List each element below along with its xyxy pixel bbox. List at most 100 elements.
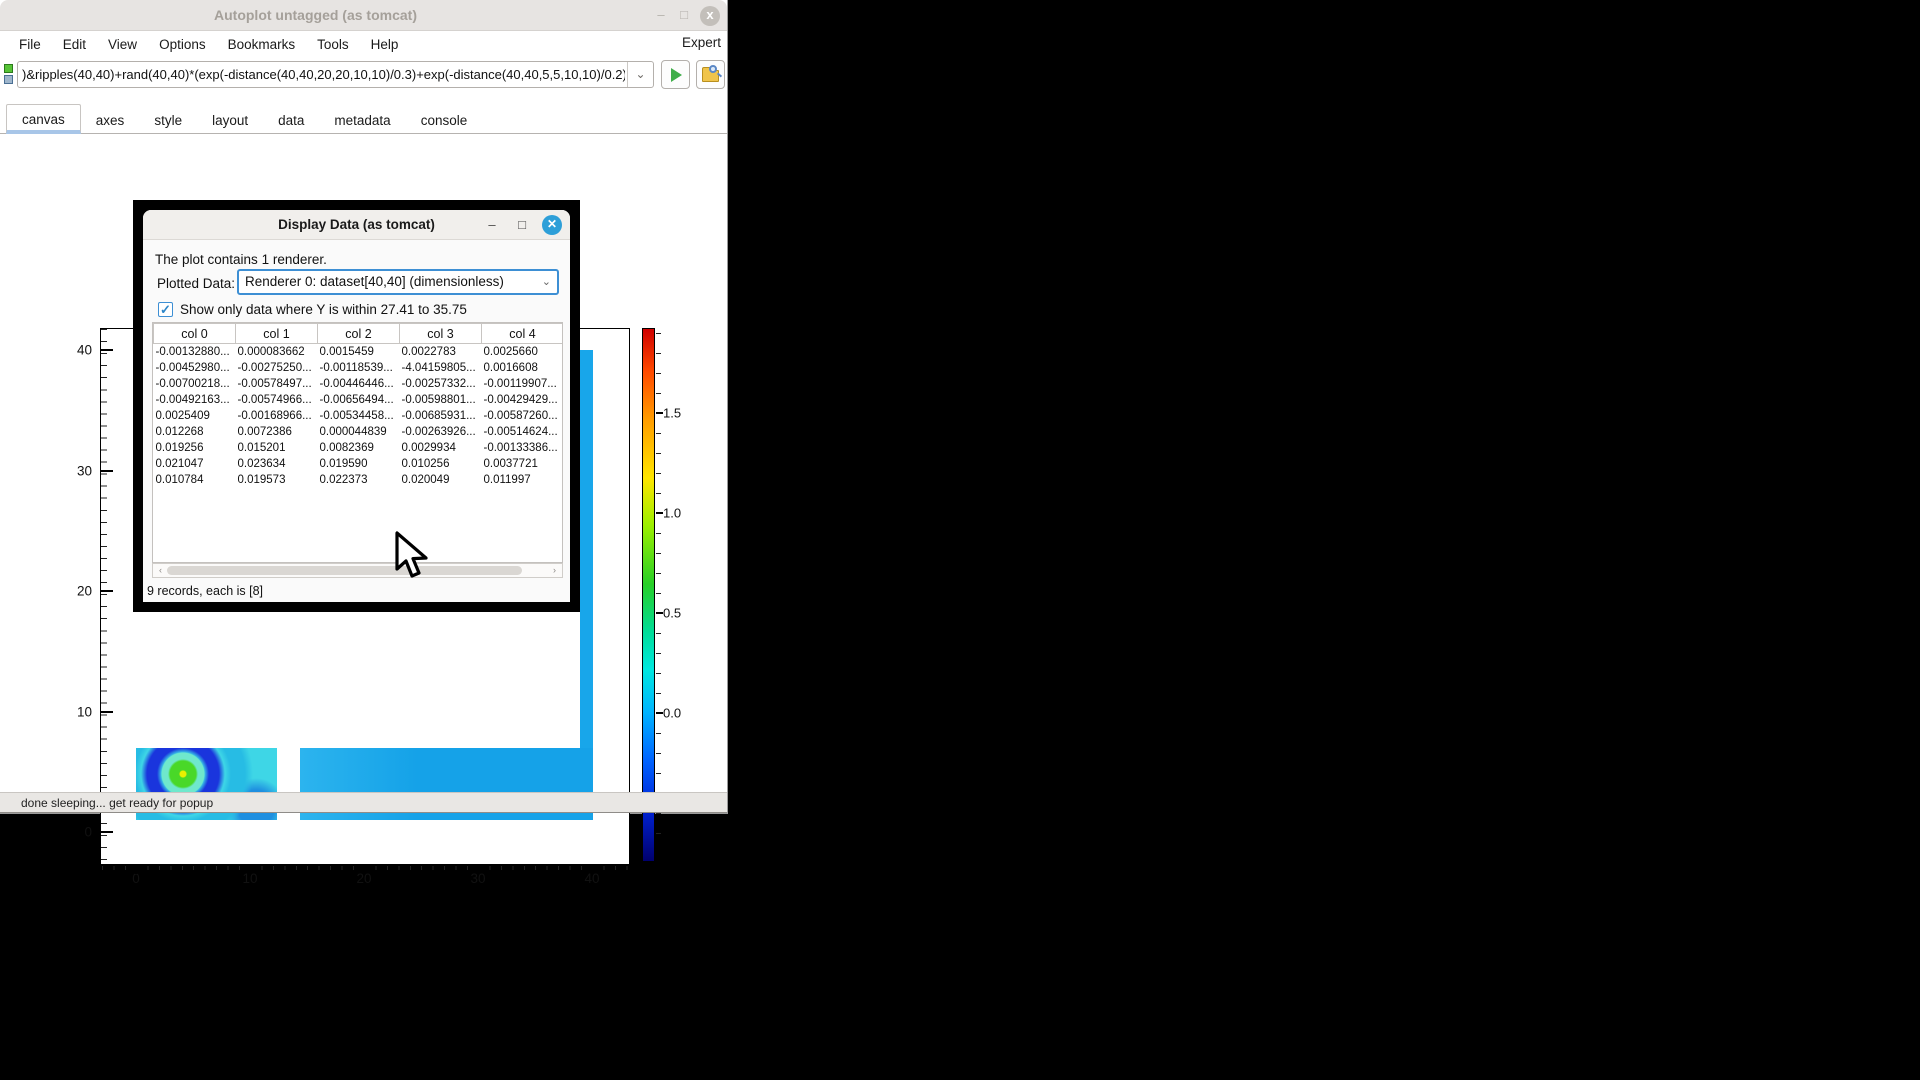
table-cell[interactable]: 0.0082369 — [318, 440, 400, 456]
table-hscrollbar[interactable]: ‹ › — [152, 563, 563, 578]
tab-canvas[interactable]: canvas — [6, 104, 81, 134]
dialog-maximize-icon[interactable]: □ — [512, 215, 532, 235]
menu-item-bookmarks[interactable]: Bookmarks — [217, 35, 307, 54]
uri-input[interactable]: )&ripples(40,40)+rand(40,40)*(exp(-dista… — [22, 62, 625, 87]
table-cell[interactable]: -0.00534458... — [318, 408, 400, 424]
table-row[interactable]: -0.00700218...-0.00578497...-0.00446446.… — [154, 376, 564, 392]
table-cell[interactable]: -0.00574966... — [236, 392, 318, 408]
tab-axes[interactable]: axes — [81, 106, 140, 134]
menu-item-options[interactable]: Options — [148, 35, 217, 54]
inspect-uri-button[interactable] — [696, 60, 725, 89]
y-tick-label: 40 — [58, 343, 92, 358]
table-cell[interactable]: -0.00168966... — [236, 408, 318, 424]
plotted-data-combobox[interactable]: Renderer 0: dataset[40,40] (dimensionles… — [237, 269, 559, 295]
table-cell[interactable]: 0.010784 — [154, 472, 236, 488]
uri-dropdown-icon[interactable]: ⌄ — [627, 62, 653, 87]
table-row[interactable]: -0.00452980...-0.00275250...-0.00118539.… — [154, 360, 564, 376]
column-header[interactable]: col 1 — [236, 324, 318, 344]
table-cell[interactable]: -0.00132880... — [154, 344, 236, 360]
expert-mode-label[interactable]: Expert — [682, 35, 721, 50]
table-row[interactable]: 0.0107840.0195730.0223730.0200490.011997… — [154, 472, 564, 488]
scrollbar-thumb[interactable] — [167, 566, 522, 575]
tab-data[interactable]: data — [263, 106, 319, 134]
table-cell[interactable]: 0.012268 — [154, 424, 236, 440]
table-cell[interactable]: 0.0022783 — [400, 344, 482, 360]
table-cell[interactable]: -0.00578497... — [236, 376, 318, 392]
table-cell[interactable]: -0.00514624... — [482, 424, 564, 440]
table-row[interactable]: 0.0122680.00723860.000044839-0.00263926.… — [154, 424, 564, 440]
table-cell[interactable]: -0.00133386... — [482, 440, 564, 456]
table-cell[interactable]: -0.00118539... — [318, 360, 400, 376]
table-cell[interactable]: 0.0029934 — [400, 440, 482, 456]
table-row[interactable]: 0.0025409-0.00168966...-0.00534458...-0.… — [154, 408, 564, 424]
table-cell[interactable]: 0.020049 — [400, 472, 482, 488]
table-cell[interactable]: 0.019590 — [318, 456, 400, 472]
tab-style[interactable]: style — [139, 106, 197, 134]
tab-strip: canvasaxesstylelayoutdatametadataconsole — [0, 100, 727, 134]
table-cell[interactable]: 0.0072386 — [236, 424, 318, 440]
table-cell[interactable]: -0.00452980... — [154, 360, 236, 376]
menu-item-edit[interactable]: Edit — [52, 35, 97, 54]
filter-checkbox[interactable]: ✓ — [158, 302, 173, 317]
colorbar[interactable] — [642, 328, 655, 862]
table-cell[interactable]: -0.00263926... — [400, 424, 482, 440]
table-cell[interactable]: 0.019256 — [154, 440, 236, 456]
table-cell[interactable]: 0.0037721 — [482, 456, 564, 472]
table-row[interactable]: -0.00492163...-0.00574966...-0.00656494.… — [154, 392, 564, 408]
scroll-left-icon[interactable]: ‹ — [154, 564, 167, 577]
dialog-minimize-icon[interactable]: – — [482, 215, 502, 235]
table-cell[interactable]: 0.015201 — [236, 440, 318, 456]
dialog-titlebar[interactable]: Display Data (as tomcat) – □ ✕ — [143, 210, 570, 240]
menu-item-help[interactable]: Help — [360, 35, 410, 54]
table-cell[interactable]: -4.04159805... — [400, 360, 482, 376]
menu-item-file[interactable]: File — [8, 35, 52, 54]
column-header[interactable]: col 3 — [400, 324, 482, 344]
menu-item-tools[interactable]: Tools — [306, 35, 360, 54]
table-cell[interactable]: 0.000083662 — [236, 344, 318, 360]
window-minimize-icon[interactable]: – — [651, 6, 671, 26]
window-close-icon[interactable]: x — [700, 6, 720, 26]
table-cell[interactable]: 0.011997 — [482, 472, 564, 488]
menu-item-view[interactable]: View — [97, 35, 148, 54]
table-cell[interactable]: 0.019573 — [236, 472, 318, 488]
table-cell[interactable]: 0.010256 — [400, 456, 482, 472]
column-header[interactable]: col 0 — [154, 324, 236, 344]
dialog-close-icon[interactable]: ✕ — [542, 215, 562, 235]
window-titlebar[interactable]: Autoplot untagged (as tomcat) – □ x — [0, 0, 727, 31]
table-cell[interactable]: -0.00656494... — [318, 392, 400, 408]
table-cell[interactable]: -0.00587260... — [482, 408, 564, 424]
table-cell[interactable]: -0.00119907... — [482, 376, 564, 392]
table-cell[interactable]: 0.023634 — [236, 456, 318, 472]
window-maximize-icon[interactable]: □ — [674, 6, 694, 26]
table-row[interactable]: 0.0210470.0236340.0195900.0102560.003772… — [154, 456, 564, 472]
data-table-viewport[interactable]: col 0col 1col 2col 3col 4 -0.00132880...… — [152, 322, 563, 563]
statusbar: done sleeping... get ready for popup — [0, 792, 727, 813]
tab-layout[interactable]: layout — [197, 106, 263, 134]
tab-metadata[interactable]: metadata — [319, 106, 405, 134]
table-cell[interactable]: -0.00598801... — [400, 392, 482, 408]
scroll-right-icon[interactable]: › — [548, 564, 561, 577]
table-row[interactable]: -0.00132880...0.0000836620.00154590.0022… — [154, 344, 564, 360]
plot-go-button[interactable] — [661, 60, 690, 89]
uri-combobox[interactable]: )&ripples(40,40)+rand(40,40)*(exp(-dista… — [17, 61, 654, 88]
table-cell[interactable]: -0.00685931... — [400, 408, 482, 424]
display-data-dialog-frame: Display Data (as tomcat) – □ ✕ The plot … — [133, 200, 580, 612]
table-cell[interactable]: 0.0025409 — [154, 408, 236, 424]
table-cell[interactable]: 0.022373 — [318, 472, 400, 488]
table-row[interactable]: 0.0192560.0152010.00823690.0029934-0.001… — [154, 440, 564, 456]
table-cell[interactable]: -0.00257332... — [400, 376, 482, 392]
table-cell[interactable]: 0.0015459 — [318, 344, 400, 360]
table-cell[interactable]: -0.00492163... — [154, 392, 236, 408]
table-cell[interactable]: 0.0025660 — [482, 344, 564, 360]
table-cell[interactable]: -0.00700218... — [154, 376, 236, 392]
colorbar-tick-label: 1.5 — [663, 406, 681, 421]
table-cell[interactable]: 0.021047 — [154, 456, 236, 472]
column-header[interactable]: col 2 — [318, 324, 400, 344]
table-cell[interactable]: -0.00275250... — [236, 360, 318, 376]
table-cell[interactable]: 0.000044839 — [318, 424, 400, 440]
table-cell[interactable]: -0.00446446... — [318, 376, 400, 392]
table-cell[interactable]: -0.00429429... — [482, 392, 564, 408]
table-cell[interactable]: 0.0016608 — [482, 360, 564, 376]
column-header[interactable]: col 4 — [482, 324, 564, 344]
tab-console[interactable]: console — [406, 106, 483, 134]
